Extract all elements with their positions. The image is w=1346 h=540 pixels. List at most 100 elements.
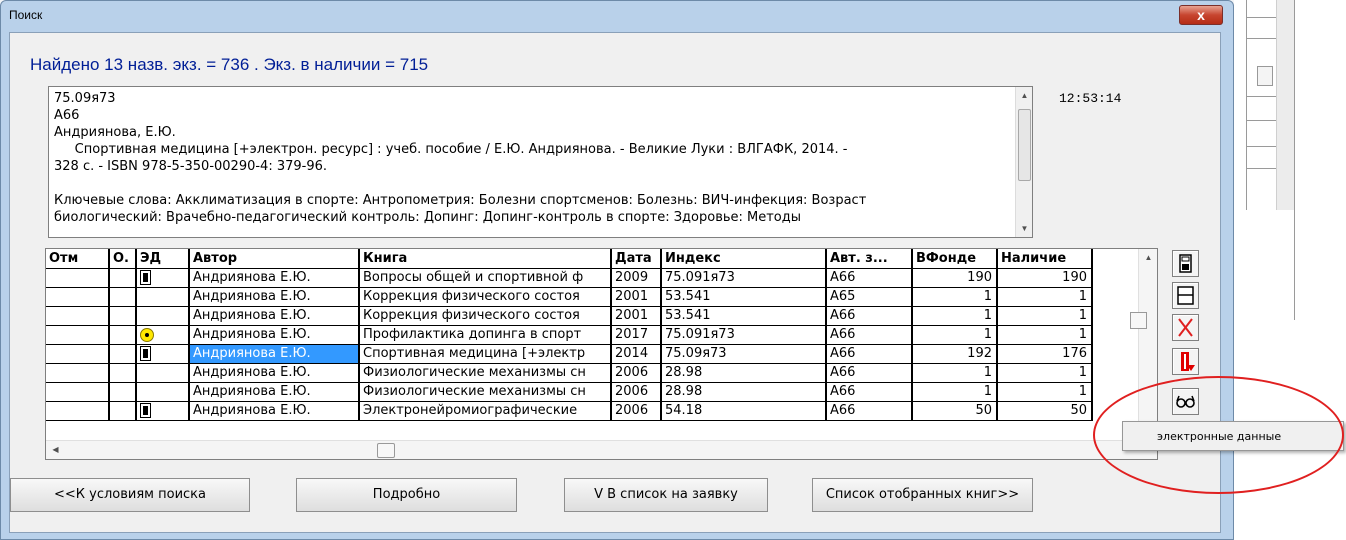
horizontal-scroll-thumb[interactable]: [377, 443, 395, 458]
o-cell[interactable]: [109, 344, 137, 364]
book-cell[interactable]: Профилактика допинга в спорт: [359, 325, 612, 345]
column-header[interactable]: Автор: [189, 249, 360, 269]
record-scrollbar[interactable]: ▲ ▼: [1015, 87, 1032, 237]
vfonde-cell[interactable]: 1: [912, 325, 998, 345]
nalichie-cell[interactable]: 50: [997, 401, 1093, 421]
nalichie-cell[interactable]: 1: [997, 363, 1093, 383]
nalichie-cell[interactable]: 1: [997, 325, 1093, 345]
table-row[interactable]: Андриянова Е.Ю. Электронейромиографически…: [46, 401, 1093, 421]
ed-cell[interactable]: [136, 306, 190, 326]
mark-cell[interactable]: [46, 306, 110, 326]
author-cell[interactable]: Андриянова Е.Ю.: [189, 382, 360, 402]
table-row[interactable]: Андриянова Е.Ю. Коррекция физического сос…: [46, 287, 1093, 307]
author-cell[interactable]: Андриянова Е.Ю.: [189, 325, 360, 345]
o-cell[interactable]: [109, 401, 137, 421]
vfonde-cell[interactable]: 1: [912, 287, 998, 307]
book-cell[interactable]: Физиологические механизмы сн: [359, 363, 612, 383]
book-cell[interactable]: Спортивная медицина [+электр: [359, 344, 612, 364]
nalichie-cell[interactable]: 176: [997, 344, 1093, 364]
date-cell[interactable]: 2006: [611, 401, 662, 421]
index-cell[interactable]: 28.98: [661, 363, 827, 383]
table-row[interactable]: Андриянова Е.Ю. Вопросы общей и спортивно…: [46, 268, 1093, 288]
o-cell[interactable]: [109, 382, 137, 402]
ed-cell[interactable]: [136, 268, 190, 288]
author-cell[interactable]: Андриянова Е.Ю.: [189, 363, 360, 383]
column-header[interactable]: Индекс: [661, 249, 827, 269]
mark-cell[interactable]: [46, 325, 110, 345]
book-cell[interactable]: Физиологические механизмы сн: [359, 382, 612, 402]
record-description[interactable]: 75.09я73 А66 Андриянова, Е.Ю. Спортивная…: [48, 86, 1033, 238]
save-all-button[interactable]: [1172, 250, 1199, 277]
scroll-down-icon[interactable]: ▼: [1016, 220, 1032, 237]
mark-cell[interactable]: [46, 287, 110, 307]
author-cell[interactable]: Андриянова Е.Ю.: [189, 344, 360, 364]
ed-cell[interactable]: [136, 401, 190, 421]
exit-button[interactable]: [1172, 348, 1199, 375]
column-header[interactable]: Дата: [611, 249, 662, 269]
column-header[interactable]: Книга: [359, 249, 612, 269]
code-cell[interactable]: А66: [826, 325, 913, 345]
save-button[interactable]: [1172, 282, 1199, 309]
mark-cell[interactable]: [46, 401, 110, 421]
column-header[interactable]: ЭД: [136, 249, 190, 269]
vfonde-cell[interactable]: 1: [912, 306, 998, 326]
author-cell[interactable]: Андриянова Е.Ю.: [189, 287, 360, 307]
date-cell[interactable]: 2009: [611, 268, 662, 288]
index-cell[interactable]: 75.091я73: [661, 268, 827, 288]
column-header[interactable]: Наличие: [997, 249, 1093, 269]
scroll-left-icon[interactable]: ◀: [47, 441, 64, 458]
date-cell[interactable]: 2001: [611, 306, 662, 326]
date-cell[interactable]: 2001: [611, 287, 662, 307]
date-cell[interactable]: 2006: [611, 382, 662, 402]
index-cell[interactable]: 53.541: [661, 287, 827, 307]
nalichie-cell[interactable]: 1: [997, 382, 1093, 402]
index-cell[interactable]: 75.09я73: [661, 344, 827, 364]
table-horizontal-scrollbar[interactable]: ◀: [46, 440, 1157, 459]
title-bar[interactable]: Поиск x: [1, 1, 1233, 29]
table-row[interactable]: Андриянова Е.Ю. Коррекция физического сос…: [46, 306, 1093, 326]
mark-cell[interactable]: [46, 363, 110, 383]
code-cell[interactable]: А66: [826, 401, 913, 421]
index-cell[interactable]: 28.98: [661, 382, 827, 402]
scroll-up-icon[interactable]: ▲: [1140, 249, 1157, 266]
author-cell[interactable]: Андриянова Е.Ю.: [189, 268, 360, 288]
table-scroll-thumb[interactable]: [1130, 312, 1147, 329]
code-cell[interactable]: А66: [826, 363, 913, 383]
vfonde-cell[interactable]: 1: [912, 363, 998, 383]
vfonde-cell[interactable]: 192: [912, 344, 998, 364]
delete-button[interactable]: [1172, 314, 1199, 341]
date-cell[interactable]: 2014: [611, 344, 662, 364]
index-cell[interactable]: 53.541: [661, 306, 827, 326]
index-cell[interactable]: 54.18: [661, 401, 827, 421]
book-cell[interactable]: Вопросы общей и спортивной ф: [359, 268, 612, 288]
o-cell[interactable]: [109, 325, 137, 345]
details-button[interactable]: Подробно: [296, 478, 517, 512]
scroll-thumb[interactable]: [1018, 109, 1031, 181]
o-cell[interactable]: [109, 363, 137, 383]
mark-cell[interactable]: [46, 344, 110, 364]
results-table[interactable]: Отм О. ЭД Автор Книга Дата Индекс Авт. з…: [45, 248, 1158, 460]
code-cell[interactable]: А65: [826, 287, 913, 307]
author-cell[interactable]: Андриянова Е.Ю.: [189, 306, 360, 326]
close-button[interactable]: x: [1179, 5, 1223, 25]
ed-cell[interactable]: [136, 382, 190, 402]
code-cell[interactable]: А66: [826, 306, 913, 326]
book-cell[interactable]: Коррекция физического состоя: [359, 306, 612, 326]
selected-books-button[interactable]: Список отобранных книг>>: [812, 478, 1033, 512]
table-row[interactable]: Андриянова Е.Ю. Физиологические механизмы…: [46, 382, 1093, 402]
table-row[interactable]: Андриянова Е.Ю. Физиологические механизмы…: [46, 363, 1093, 383]
book-cell[interactable]: Коррекция физического состоя: [359, 287, 612, 307]
date-cell[interactable]: 2006: [611, 363, 662, 383]
book-cell[interactable]: Электронейромиографические: [359, 401, 612, 421]
table-row[interactable]: Андриянова Е.Ю. Профилактика допинга в сп…: [46, 325, 1093, 345]
table-row[interactable]: Андриянова Е.Ю. Спортивная медицина [+эле…: [46, 344, 1093, 364]
o-cell[interactable]: [109, 287, 137, 307]
o-cell[interactable]: [109, 306, 137, 326]
nalichie-cell[interactable]: 1: [997, 287, 1093, 307]
vfonde-cell[interactable]: 190: [912, 268, 998, 288]
ed-cell[interactable]: [136, 287, 190, 307]
author-cell[interactable]: Андриянова Е.Ю.: [189, 401, 360, 421]
column-header[interactable]: О.: [109, 249, 137, 269]
vfonde-cell[interactable]: 50: [912, 401, 998, 421]
ed-cell[interactable]: [136, 325, 190, 345]
